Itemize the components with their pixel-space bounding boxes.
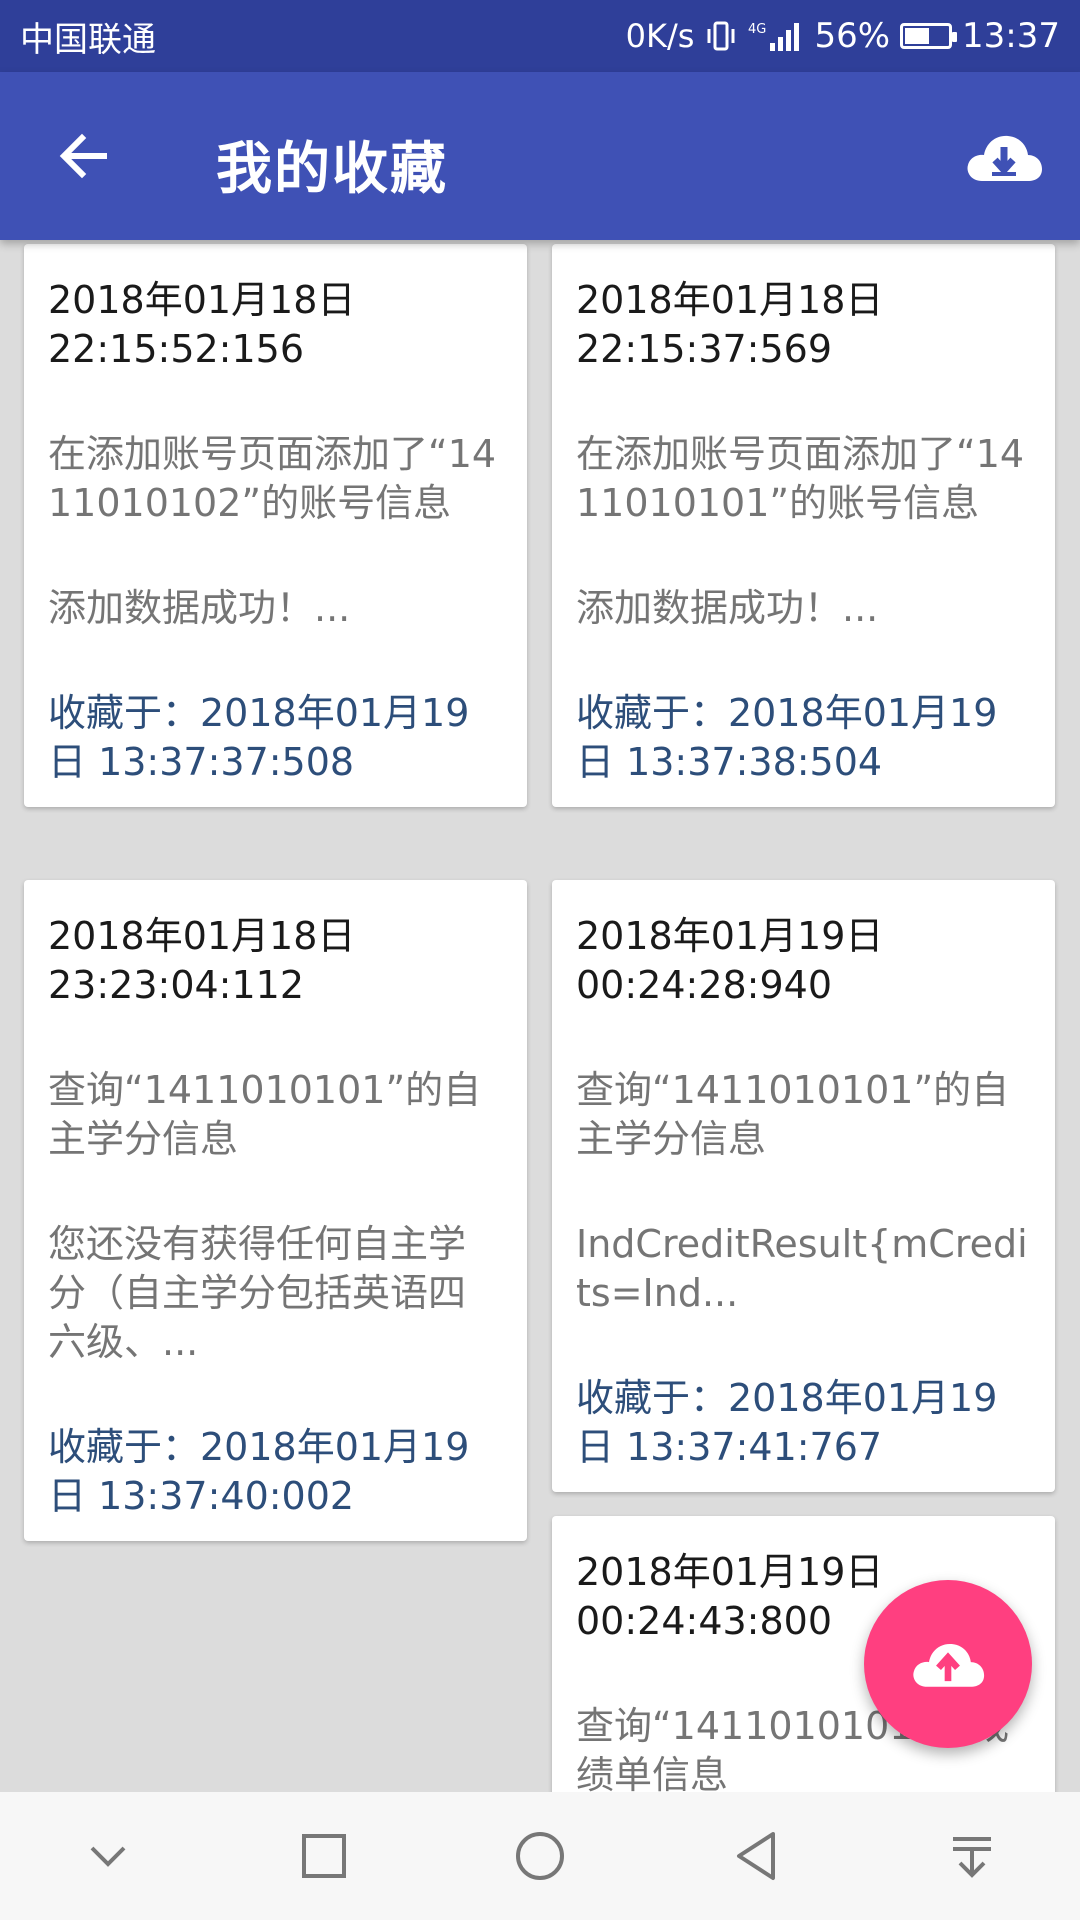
system-nav-bar (0, 1792, 1080, 1920)
favorite-card[interactable]: 2018年01月18日 22:15:52:156 在添加账号页面添加了“1411… (24, 244, 527, 807)
signal-icon: 4G (748, 19, 804, 53)
back-triangle-icon (737, 1832, 775, 1880)
vibrate-icon (704, 19, 738, 53)
favorite-card[interactable]: 2018年01月18日 23:23:04:112 查询“1411010101”的… (24, 880, 527, 1541)
record-result: 添加数据成功！... (48, 586, 351, 630)
network-type-label: 4G (748, 22, 766, 37)
favorited-time: 收藏于：2018年01月19日 13:37:37:508 (48, 691, 470, 784)
favorited-time: 收藏于：2018年01月19日 13:37:40:002 (48, 1425, 470, 1518)
page-title: 我的收藏 (216, 137, 448, 202)
download-button[interactable] (956, 112, 1052, 202)
back-button[interactable] (48, 120, 120, 192)
battery-icon (900, 23, 958, 49)
notification-button[interactable] (922, 1806, 1022, 1906)
favorite-card[interactable]: 2018年01月18日 22:15:37:569 在添加账号页面添加了“1411… (552, 244, 1055, 807)
favorite-card[interactable]: 2018年01月19日 00:24:28:940 查询“1411010101”的… (552, 880, 1055, 1492)
record-query: 在添加账号页面添加了“1411010102”的账号信息 (48, 432, 497, 525)
back-nav-button[interactable] (706, 1806, 806, 1906)
favorited-time: 收藏于：2018年01月19日 13:37:38:504 (576, 691, 998, 784)
record-time: 2018年01月18日 23:23:04:112 (48, 914, 356, 1007)
favorited-time: 收藏于：2018年01月19日 13:37:41:767 (576, 1376, 998, 1469)
favorites-list[interactable]: 2018年01月18日 22:15:52:156 在添加账号页面添加了“1411… (0, 240, 1080, 1792)
record-result: 添加数据成功！... (576, 586, 879, 630)
net-speed: 0K/s (625, 17, 695, 55)
record-result: 您还没有获得任何自主学分（自主学分包括英语四六级、... (48, 1222, 467, 1364)
hide-nav-button[interactable] (58, 1806, 158, 1906)
record-query: 查询“1411010101”的自主学分信息 (576, 1068, 1010, 1161)
battery-percent: 56% (814, 16, 891, 56)
record-result: IndCreditResult{mCredits=Ind... (576, 1222, 1028, 1315)
upload-fab[interactable] (864, 1580, 1032, 1748)
status-icons: 0K/s 4G 56% 13:37 (626, 16, 1060, 56)
record-time: 2018年01月19日 00:24:28:940 (576, 914, 884, 1007)
record-query: 查询“1411010101”的自主学分信息 (48, 1068, 482, 1161)
clock: 13:37 (962, 16, 1060, 56)
arrow-back-icon (59, 133, 107, 179)
record-query: 在添加账号页面添加了“1411010101”的账号信息 (576, 432, 1025, 525)
record-time: 2018年01月18日 22:15:52:156 (48, 278, 356, 371)
recents-button[interactable] (274, 1806, 374, 1906)
home-button[interactable] (490, 1806, 590, 1906)
battery-fill (905, 28, 930, 44)
cloud-download-icon (967, 135, 1042, 181)
app-bar: 我的收藏 (0, 72, 1080, 240)
chevron-down-icon (90, 1846, 126, 1867)
status-bar: 中国联通 0K/s 4G 56% 13:37 (0, 0, 1080, 72)
recents-square-icon (302, 1834, 346, 1878)
cloud-upload-icon (913, 1643, 985, 1687)
home-circle-icon (516, 1832, 564, 1880)
carrier-label: 中国联通 (20, 19, 156, 60)
notification-pull-icon (953, 1837, 991, 1878)
record-time: 2018年01月18日 22:15:37:569 (576, 278, 884, 371)
